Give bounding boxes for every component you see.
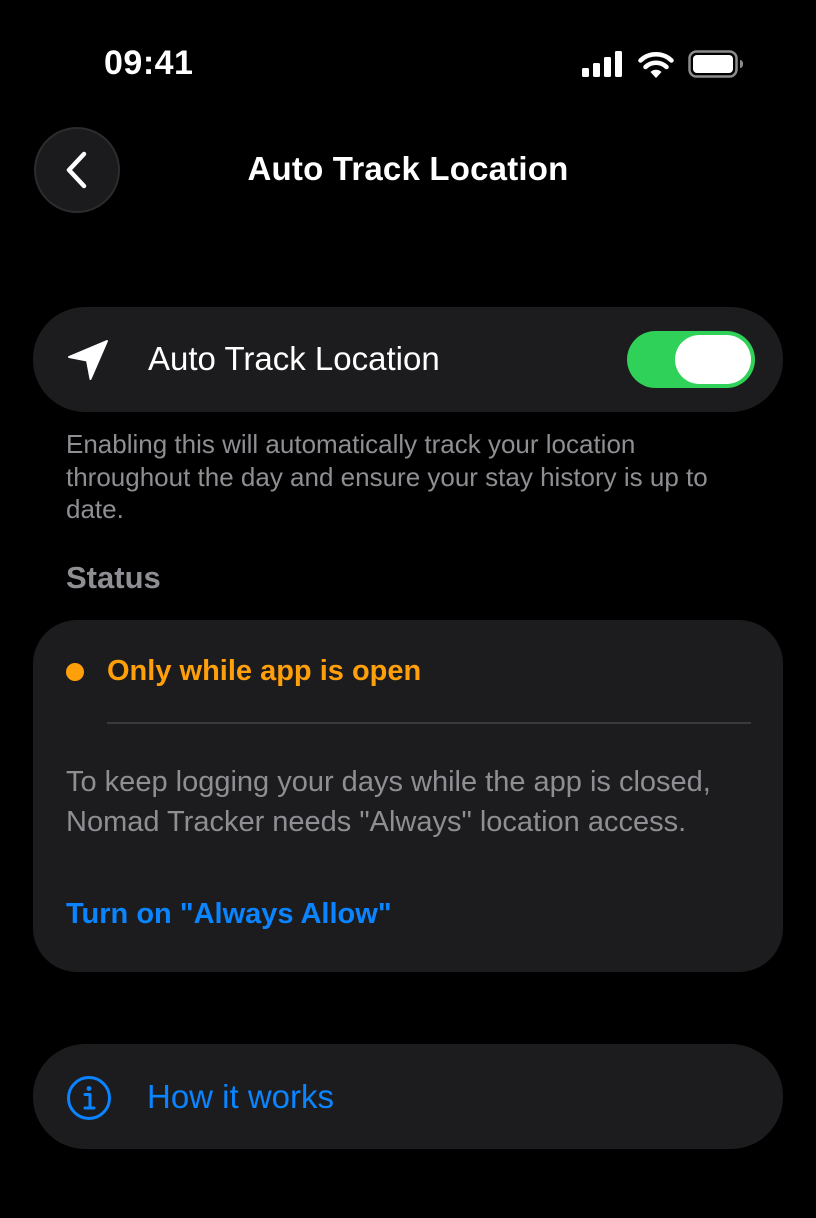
location-arrow-icon (68, 340, 108, 380)
page-title: Auto Track Location (247, 150, 569, 187)
cellular-signal-icon (582, 51, 622, 77)
status-divider (107, 722, 751, 724)
status-indicator-dot (66, 663, 84, 681)
status-time: 09:41 (104, 44, 194, 82)
how-it-works-button[interactable] (33, 1044, 783, 1149)
battery-icon (688, 50, 743, 78)
status-icons (582, 50, 744, 78)
status-section-title: Status (66, 560, 161, 595)
auto-track-description: Enabling this will automatically track y… (66, 429, 708, 524)
status-state-text: Only while app is open (107, 655, 422, 687)
status-bar: 09:41 (0, 0, 816, 120)
auto-track-toggle[interactable] (627, 331, 755, 388)
auto-track-label: Auto Track Location (148, 340, 440, 377)
always-allow-link[interactable]: Turn on "Always Allow" (66, 898, 392, 931)
how-it-works-label: How it works (147, 1078, 335, 1115)
wifi-icon (638, 51, 674, 78)
toggle-knob (675, 335, 751, 384)
status-body-text: To keep logging your days while the app … (66, 766, 711, 838)
info-circle-icon (67, 1076, 111, 1120)
